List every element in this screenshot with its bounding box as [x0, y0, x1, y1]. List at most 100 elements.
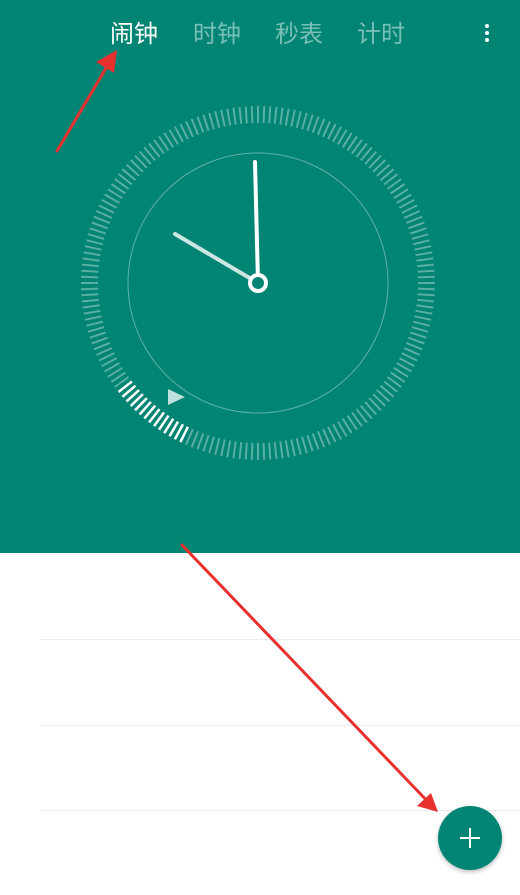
- dial-tick: [185, 120, 194, 138]
- dial-tick: [416, 304, 434, 309]
- dial-tick: [208, 112, 215, 130]
- dial-tick: [322, 120, 331, 138]
- list-divider: [40, 639, 520, 640]
- dial-tick: [244, 442, 248, 460]
- dial-tick: [301, 436, 308, 454]
- hour-hand: [173, 232, 260, 285]
- dial-tick: [84, 245, 102, 251]
- dial-tick: [412, 320, 430, 327]
- dial-tick: [82, 304, 100, 309]
- dial-tick: [409, 331, 427, 339]
- dial-tick: [284, 108, 290, 126]
- dial-tick: [279, 107, 284, 125]
- dial-tick: [81, 269, 99, 273]
- dial-tick: [87, 233, 105, 240]
- dial-tick: [306, 114, 314, 132]
- dial-tick: [327, 426, 337, 443]
- dial-tick: [409, 227, 427, 235]
- list-divider: [40, 725, 520, 726]
- dial-tick: [268, 442, 272, 460]
- dial-tick: [82, 257, 100, 262]
- dial-tick: [417, 269, 435, 273]
- dial-tick: [244, 106, 248, 124]
- dial-tick: [95, 210, 113, 219]
- alarm-marker: [168, 389, 185, 405]
- dial-tick: [86, 320, 104, 327]
- dial-tick: [190, 118, 200, 136]
- dial-tick: [316, 118, 326, 136]
- dial-tick: [273, 441, 278, 460]
- clock-dial: [81, 106, 435, 460]
- dial-tick: [196, 433, 205, 450]
- dial-tick: [295, 111, 302, 129]
- dial-tick: [81, 275, 99, 279]
- dial-tick: [93, 341, 111, 351]
- dial-tick: [401, 204, 418, 214]
- dial-tick: [185, 428, 194, 446]
- dial-tick: [411, 233, 429, 240]
- dial-tick: [301, 112, 308, 130]
- dial-tick: [311, 433, 320, 450]
- dial-tick: [416, 257, 434, 262]
- dial-tick: [403, 210, 421, 219]
- dial-tick: [279, 441, 284, 459]
- dial-tick: [226, 108, 232, 126]
- dial-tick: [238, 106, 243, 125]
- dial-tick: [250, 106, 254, 124]
- dial-tick: [86, 239, 104, 246]
- dial-tick: [403, 347, 421, 356]
- dial-tick: [84, 315, 102, 321]
- dial-tick: [89, 227, 107, 235]
- dial-tick: [190, 430, 200, 448]
- dial-tick: [405, 215, 423, 225]
- dial-tick: [416, 298, 435, 303]
- dial-tick: [95, 347, 113, 356]
- dial-tick: [411, 326, 429, 333]
- dial-tick: [290, 439, 296, 457]
- dial-tick: [415, 251, 433, 257]
- dial-tick: [81, 287, 99, 291]
- dial-tick: [262, 106, 266, 124]
- dial-tick: [81, 293, 99, 297]
- dial-tick: [290, 109, 296, 127]
- dial-tick: [93, 215, 111, 225]
- dial-tick: [273, 106, 278, 125]
- dial-tick: [179, 123, 189, 140]
- dial-tick: [91, 221, 108, 230]
- dial-tick: [284, 440, 290, 458]
- dial-tick: [327, 123, 337, 140]
- minute-hand: [253, 160, 260, 285]
- dial-tick: [412, 239, 430, 246]
- dial-tick: [81, 263, 100, 268]
- dial-tick: [415, 309, 433, 315]
- header-panel: 闹钟 时钟 秒表 计时: [0, 0, 520, 553]
- dial-tick: [417, 293, 435, 297]
- dial-tick: [316, 430, 326, 448]
- dial-tick: [416, 263, 435, 268]
- dial-tick: [232, 107, 237, 125]
- dial-tick: [408, 221, 425, 230]
- dial-tick: [238, 441, 243, 460]
- dial-tick: [214, 437, 221, 455]
- dial-tick: [208, 436, 215, 454]
- dial-tick: [232, 441, 237, 459]
- hand-pivot: [248, 273, 268, 293]
- dial-tick: [414, 315, 432, 321]
- dial-tick: [81, 298, 100, 303]
- dial-tick: [401, 352, 418, 362]
- dial-tick: [220, 109, 226, 127]
- dial-tick: [311, 116, 320, 133]
- dial-tick: [417, 275, 435, 279]
- dial-tick: [83, 251, 101, 257]
- dial-tick: [268, 106, 272, 124]
- dial-tick: [306, 434, 314, 452]
- list-divider: [40, 810, 520, 811]
- dial-tick: [98, 352, 115, 362]
- dial-tick: [202, 114, 210, 132]
- dial-tick: [214, 111, 221, 129]
- dial-tick: [408, 336, 425, 345]
- add-alarm-button[interactable]: [438, 806, 502, 870]
- dial-tick: [87, 326, 105, 333]
- dial-tick: [196, 116, 205, 133]
- dial-tick: [322, 428, 331, 446]
